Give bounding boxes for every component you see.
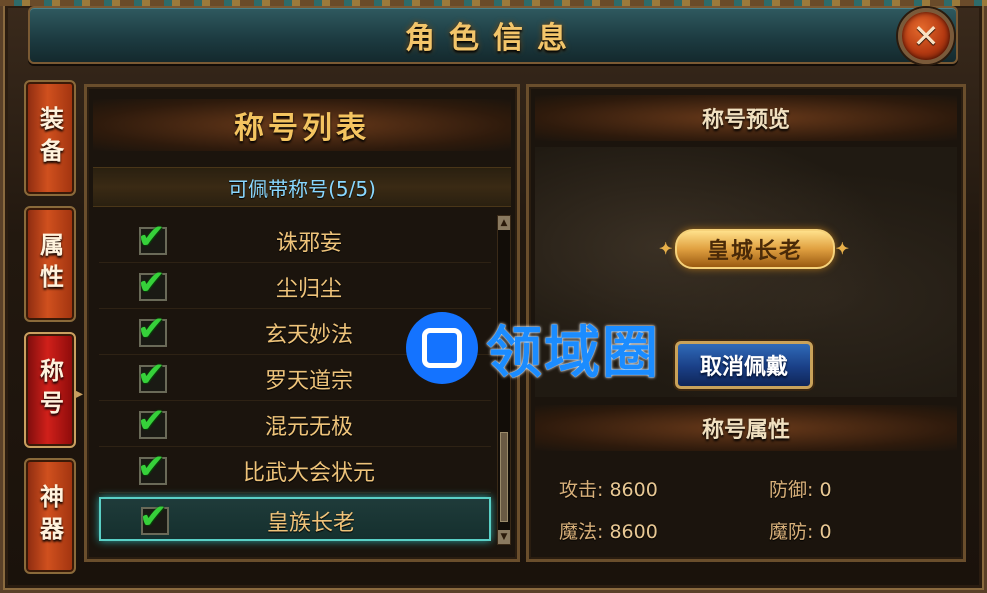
list-item[interactable]: ✔ 诛邪妄: [99, 217, 491, 263]
title-name: 皇族长老: [266, 511, 355, 536]
title-name: 尘归尘: [275, 277, 342, 302]
tab-titles[interactable]: 称号: [24, 332, 76, 448]
attr-value: 8600: [609, 521, 658, 543]
check-icon: ✔: [137, 217, 166, 257]
attr-label: 魔法:: [559, 521, 604, 543]
check-icon: ✔: [139, 497, 168, 537]
close-icon: ✕: [912, 17, 940, 55]
attr-header: 称号属性: [535, 405, 957, 451]
attr-value: 0: [819, 521, 832, 543]
tab-attributes[interactable]: 属性: [24, 206, 76, 322]
attr-label: 魔防:: [769, 521, 814, 543]
attr-label: 攻击:: [559, 479, 604, 501]
tab-artifact[interactable]: 神器: [24, 458, 76, 574]
scroll-thumb[interactable]: [500, 432, 508, 522]
title-list-heading: 称号列表: [234, 111, 370, 146]
attr-value: 8600: [609, 479, 658, 501]
title-badge: 皇城长老: [659, 229, 851, 269]
attr-magic: 魔法: 8600: [559, 517, 658, 544]
attr-defense: 防御: 0: [769, 475, 832, 502]
check-icon: ✔: [137, 355, 166, 395]
watermark: 领域圈: [406, 312, 706, 386]
attr-heading: 称号属性: [701, 418, 790, 443]
attr-attack: 攻击: 8600: [559, 475, 658, 502]
preview-heading: 称号预览: [701, 108, 790, 133]
scroll-up-icon[interactable]: ▲: [498, 216, 510, 230]
attr-magic-defense: 魔防: 0: [769, 517, 832, 544]
title-name: 比武大会状元: [242, 461, 375, 486]
title-name: 玄天妙法: [264, 323, 353, 348]
list-item[interactable]: ✔ 混元无极: [99, 401, 491, 447]
list-item[interactable]: ✔ 比武大会状元: [99, 447, 491, 493]
title-name: 诛邪妄: [275, 231, 342, 256]
check-icon: ✔: [137, 447, 166, 487]
list-item[interactable]: ✔ 尘归尘: [99, 263, 491, 309]
close-button[interactable]: ✕: [898, 8, 954, 64]
attr-value: 0: [819, 479, 832, 501]
title-list: ✔ 诛邪妄 ✔ 尘归尘 ✔ 玄天妙法 ✔ 罗天道宗 ✔ 混元无极 ✔ 比武大会状…: [99, 217, 491, 549]
preview-header: 称号预览: [535, 95, 957, 141]
title-name: 罗天道宗: [264, 369, 353, 394]
scroll-down-icon[interactable]: ▼: [498, 530, 510, 544]
tab-label: 装备: [35, 106, 64, 170]
active-tab-arrow-icon: ▸: [76, 386, 84, 402]
check-icon: ✔: [137, 401, 166, 441]
tab-equipment[interactable]: 装备: [24, 80, 76, 196]
title-name: 混元无极: [264, 415, 353, 440]
check-icon: ✔: [137, 309, 166, 349]
title-bar: 角色信息: [28, 6, 958, 64]
watermark-logo-icon: [406, 312, 478, 384]
tab-label: 称号: [35, 358, 64, 422]
attribute-list: 攻击: 8600 防御: 0 魔法: 8600 魔防: 0: [559, 465, 939, 545]
list-item-selected[interactable]: ✔ 皇族长老: [99, 497, 491, 541]
watermark-text: 领域圈: [486, 320, 660, 386]
check-icon: ✔: [137, 263, 166, 303]
tab-label: 属性: [35, 232, 64, 296]
title-list-header: 称号列表: [93, 99, 511, 151]
wearable-count: 可佩带称号(5/5): [93, 167, 511, 207]
attr-label: 防御:: [769, 479, 814, 501]
window-title: 角色信息: [405, 21, 581, 56]
tab-label: 神器: [35, 484, 64, 548]
